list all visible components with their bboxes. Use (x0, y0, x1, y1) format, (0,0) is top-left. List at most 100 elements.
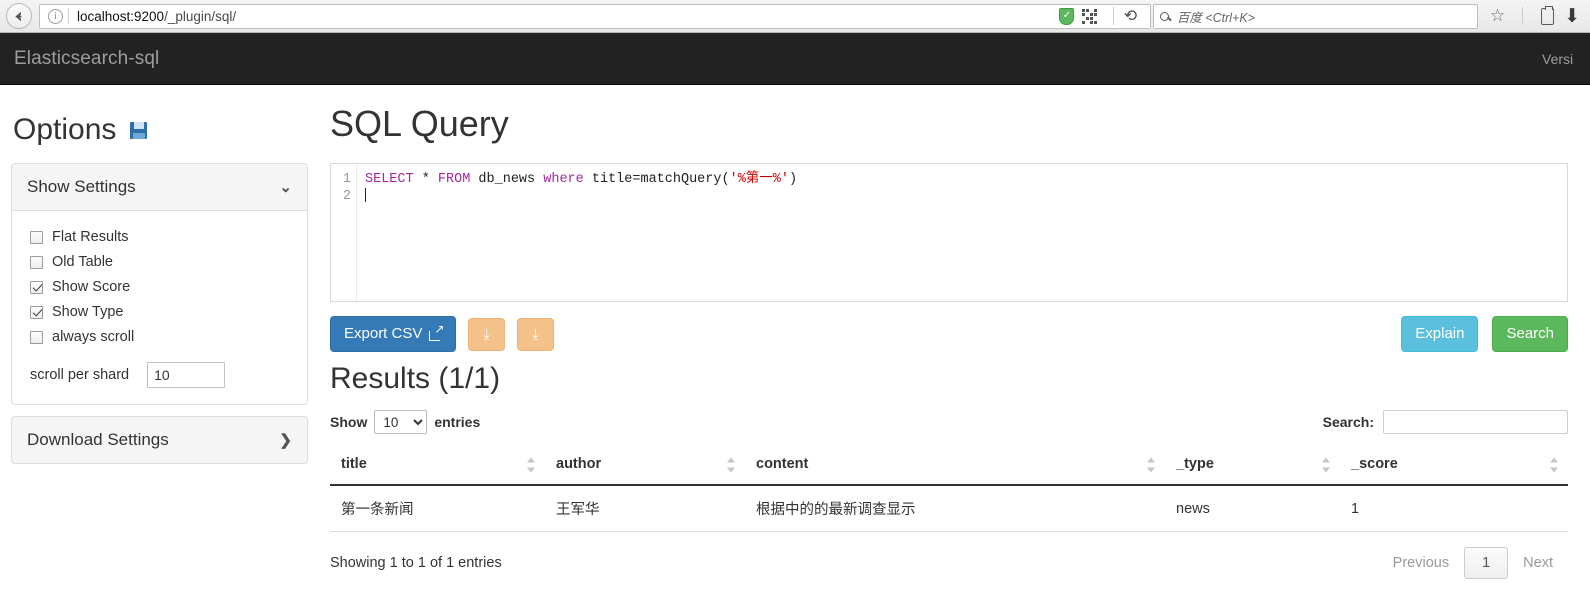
checkbox-row-always-scroll[interactable]: always scroll (30, 329, 291, 345)
download-button-2[interactable]: ⤓ (517, 317, 554, 351)
column-header-type[interactable]: _type (1165, 446, 1340, 486)
panel-header-download-settings[interactable]: Download Settings ❯ (12, 417, 307, 463)
address-path: /_plugin/sql/ (164, 8, 237, 24)
app-navbar: Elasticsearch-sql Versi (0, 33, 1590, 85)
entries-per-page-select[interactable]: 10 25 50 100 (374, 410, 428, 434)
address-host: localhost:9200 (77, 8, 165, 24)
results-table: title author content _type _score 第一条新闻 … (330, 446, 1568, 532)
qr-code-icon[interactable] (1082, 8, 1098, 24)
datatable-length-control: Show 10 25 50 100 entries (330, 410, 480, 434)
bookmark-star-icon[interactable]: ☆ (1490, 6, 1505, 26)
info-icon[interactable]: i (48, 8, 63, 24)
scroll-per-shard-input[interactable] (147, 362, 226, 388)
length-prefix-label: Show (330, 414, 368, 430)
sql-token-expr: title=matchQuery( (583, 172, 730, 187)
results-table-body: 第一条新闻 王军华 根据中的的最新调查显示 news 1 (330, 485, 1568, 532)
sort-icon-content[interactable] (1147, 457, 1156, 473)
editor-code[interactable]: SELECT * FROM db_news where title=matchQ… (357, 164, 1567, 301)
table-row[interactable]: 第一条新闻 王军华 根据中的的最新调查显示 news 1 (330, 485, 1568, 532)
checkbox-label-old-table: Old Table (52, 254, 113, 270)
options-sidebar: Options Show Settings ⌄ Flat Results Old… (0, 95, 330, 579)
action-buttons: Explain Search (1401, 316, 1568, 352)
download-compress-icon: ⤓ (532, 325, 539, 343)
panel-header-show-settings[interactable]: Show Settings ⌄ (12, 164, 307, 211)
page-title: SQL Query (330, 103, 509, 144)
results-table-head: title author content _type _score (330, 446, 1568, 486)
clipboard-icon[interactable] (1541, 5, 1555, 25)
search-icon (1159, 11, 1169, 21)
filter-label: Search: (1322, 414, 1374, 430)
checkbox-label-flat-results: Flat Results (52, 229, 129, 245)
address-bar[interactable]: i localhost:9200/_plugin/sql/ ✓ ⟳ (39, 3, 1151, 29)
datatable-search-input[interactable] (1383, 410, 1568, 434)
checkbox-always-scroll[interactable] (30, 330, 43, 344)
checkbox-show-type[interactable] (30, 305, 43, 319)
download-arrow-icon: ⤓ (483, 325, 491, 343)
search-button[interactable]: Search (1492, 316, 1568, 352)
sql-token-star: * (413, 172, 438, 187)
column-header-author[interactable]: author (545, 446, 745, 486)
options-header: Options (13, 113, 308, 147)
sort-icon-type[interactable] (1322, 457, 1331, 473)
pagination-next[interactable]: Next (1508, 547, 1568, 579)
sql-token-select: SELECT (365, 172, 414, 187)
address-bar-url: localhost:9200/_plugin/sql/ (77, 9, 236, 24)
column-label-title: title (341, 456, 367, 472)
navbar-version-label[interactable]: Versi (1542, 51, 1576, 67)
download-button-1[interactable]: ⤓ (468, 317, 506, 351)
datatable-filter-control: Search: (1323, 410, 1568, 434)
checkbox-label-show-score: Show Score (52, 279, 131, 295)
checkbox-flat-results[interactable] (30, 230, 43, 244)
results-title: Results (1/1) (330, 362, 501, 395)
browser-search-box[interactable]: 百度 <Ctrl+K> (1152, 3, 1478, 29)
sort-icon-title[interactable] (527, 457, 536, 473)
toolbar-divider-2 (1522, 7, 1524, 25)
brand-title[interactable]: Elasticsearch-sql (14, 48, 159, 70)
floppy-disk-icon[interactable] (130, 121, 148, 139)
column-label-type: _type (1176, 456, 1214, 472)
pagination-previous[interactable]: Previous (1378, 547, 1464, 579)
pagination-page-1[interactable]: 1 (1464, 547, 1509, 579)
search-placeholder: 百度 <Ctrl+K> (1176, 10, 1255, 25)
chevron-down-icon: ⌄ (279, 179, 292, 196)
panel-title-show-settings: Show Settings (27, 177, 136, 196)
sort-icon-author[interactable] (727, 457, 736, 473)
column-header-title[interactable]: title (330, 446, 545, 486)
column-header-content[interactable]: content (745, 446, 1165, 486)
checkbox-label-show-type: Show Type (52, 304, 124, 320)
column-label-author: author (556, 456, 602, 472)
address-divider (68, 8, 69, 24)
sort-icon-score[interactable] (1550, 457, 1559, 473)
main-content: SQL Query 1 2 SELECT * FROM db_news wher… (330, 95, 1590, 579)
browser-toolbar: i localhost:9200/_plugin/sql/ ✓ ⟳ 百度 <Ct… (0, 0, 1590, 33)
panel-title-download-settings: Download Settings (27, 430, 169, 449)
checkbox-old-table[interactable] (30, 255, 43, 269)
export-csv-button[interactable]: Export CSV (330, 316, 457, 352)
sql-editor[interactable]: 1 2 SELECT * FROM db_news where title=ma… (330, 163, 1568, 302)
shield-icon[interactable]: ✓ (1059, 7, 1075, 25)
checkbox-show-score[interactable] (30, 280, 43, 294)
length-suffix-label: entries (434, 414, 481, 430)
cell-title: 第一条新闻 (330, 485, 545, 532)
reload-icon[interactable]: ⟳ (1124, 6, 1137, 26)
checkbox-row-flat-results[interactable]: Flat Results (30, 229, 291, 245)
checkbox-row-show-type[interactable]: Show Type (30, 304, 291, 320)
column-header-score[interactable]: _score (1340, 446, 1568, 486)
explain-button[interactable]: Explain (1401, 316, 1479, 352)
checkbox-row-old-table[interactable]: Old Table (30, 254, 291, 270)
external-link-icon (429, 323, 444, 341)
downloads-icon[interactable]: ⬇ (1564, 7, 1580, 26)
sql-line-1: SELECT * FROM db_news where title=matchQ… (365, 172, 797, 187)
checkbox-row-show-score[interactable]: Show Score (30, 279, 291, 295)
cell-content: 根据中的的最新调查显示 (745, 485, 1165, 532)
cell-score: 1 (1340, 485, 1568, 532)
address-bar-actions: ✓ ⟳ (1053, 6, 1145, 26)
back-arrow-icon[interactable] (6, 3, 32, 29)
sql-token-paren: ) (789, 172, 798, 187)
sql-token-from: FROM (437, 172, 471, 187)
text-caret (365, 188, 366, 202)
line-number: 1 (342, 172, 351, 187)
sql-token-table: db_news (470, 172, 544, 187)
scroll-per-shard-row: scroll per shard (30, 362, 291, 388)
export-csv-label: Export CSV (344, 325, 423, 342)
